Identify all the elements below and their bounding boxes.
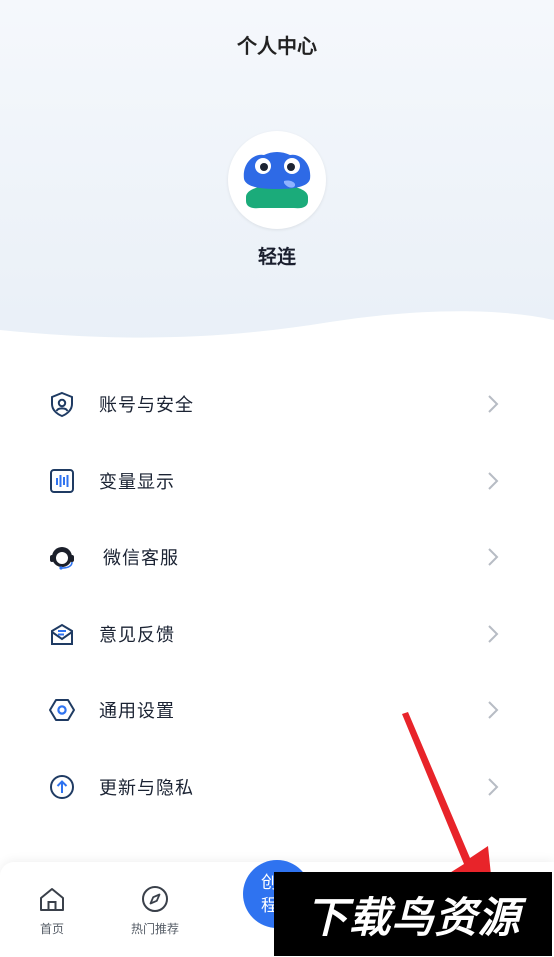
customer-service-icon (50, 547, 74, 570)
update-arrow-icon (50, 774, 74, 799)
watermark: 下载鸟资源 (274, 872, 552, 956)
menu-item-label: 意见反馈 (99, 624, 175, 646)
tab-hot-recommend[interactable]: 热门推荐 (115, 884, 195, 937)
tab-hot-label: 热门推荐 (130, 922, 179, 936)
settings-hexagon-icon (49, 699, 75, 722)
header-wave (0, 311, 554, 372)
chevron-right-icon (488, 625, 499, 643)
chevron-right-icon (488, 472, 499, 490)
menu-item-account-security[interactable]: 账号与安全 (0, 366, 554, 443)
watermark-text: 下载鸟资源 (305, 892, 521, 942)
username: 轻连 (257, 246, 296, 268)
frog-logo-icon (243, 152, 311, 209)
menu-item-label: 账号与安全 (99, 395, 194, 417)
tab-home[interactable]: 首页 (12, 884, 92, 937)
menu-item-label: 微信客服 (103, 548, 179, 570)
menu-item-feedback[interactable]: 意见反馈 (0, 596, 554, 673)
menu-item-wechat-service[interactable]: 微信客服 (0, 519, 554, 596)
menu-item-label: 通用设置 (99, 701, 175, 723)
menu-item-label: 更新与隐私 (99, 777, 194, 799)
chevron-right-icon (488, 395, 499, 413)
account-shield-icon (51, 392, 73, 418)
compass-icon (142, 886, 168, 912)
page-title: 个人中心 (237, 34, 317, 58)
menu-item-label: 变量显示 (99, 471, 175, 493)
menu-item-variable-display[interactable]: 变量显示 (0, 443, 554, 520)
chevron-right-icon (488, 548, 499, 566)
home-icon (40, 888, 64, 911)
feedback-mail-icon (51, 623, 73, 645)
tab-home-label: 首页 (39, 922, 64, 936)
variable-display-icon (50, 468, 74, 493)
avatar[interactable] (228, 131, 326, 229)
